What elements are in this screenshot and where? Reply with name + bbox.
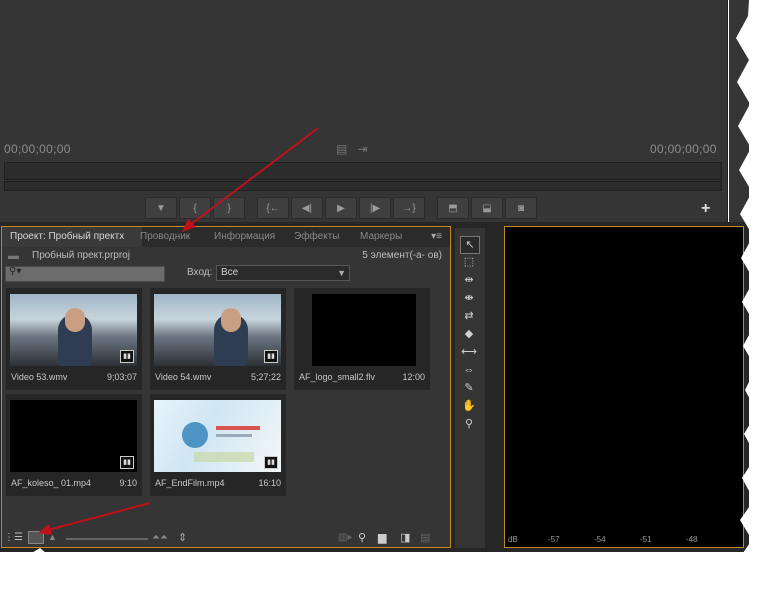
torn-edge-frame bbox=[0, 0, 759, 596]
